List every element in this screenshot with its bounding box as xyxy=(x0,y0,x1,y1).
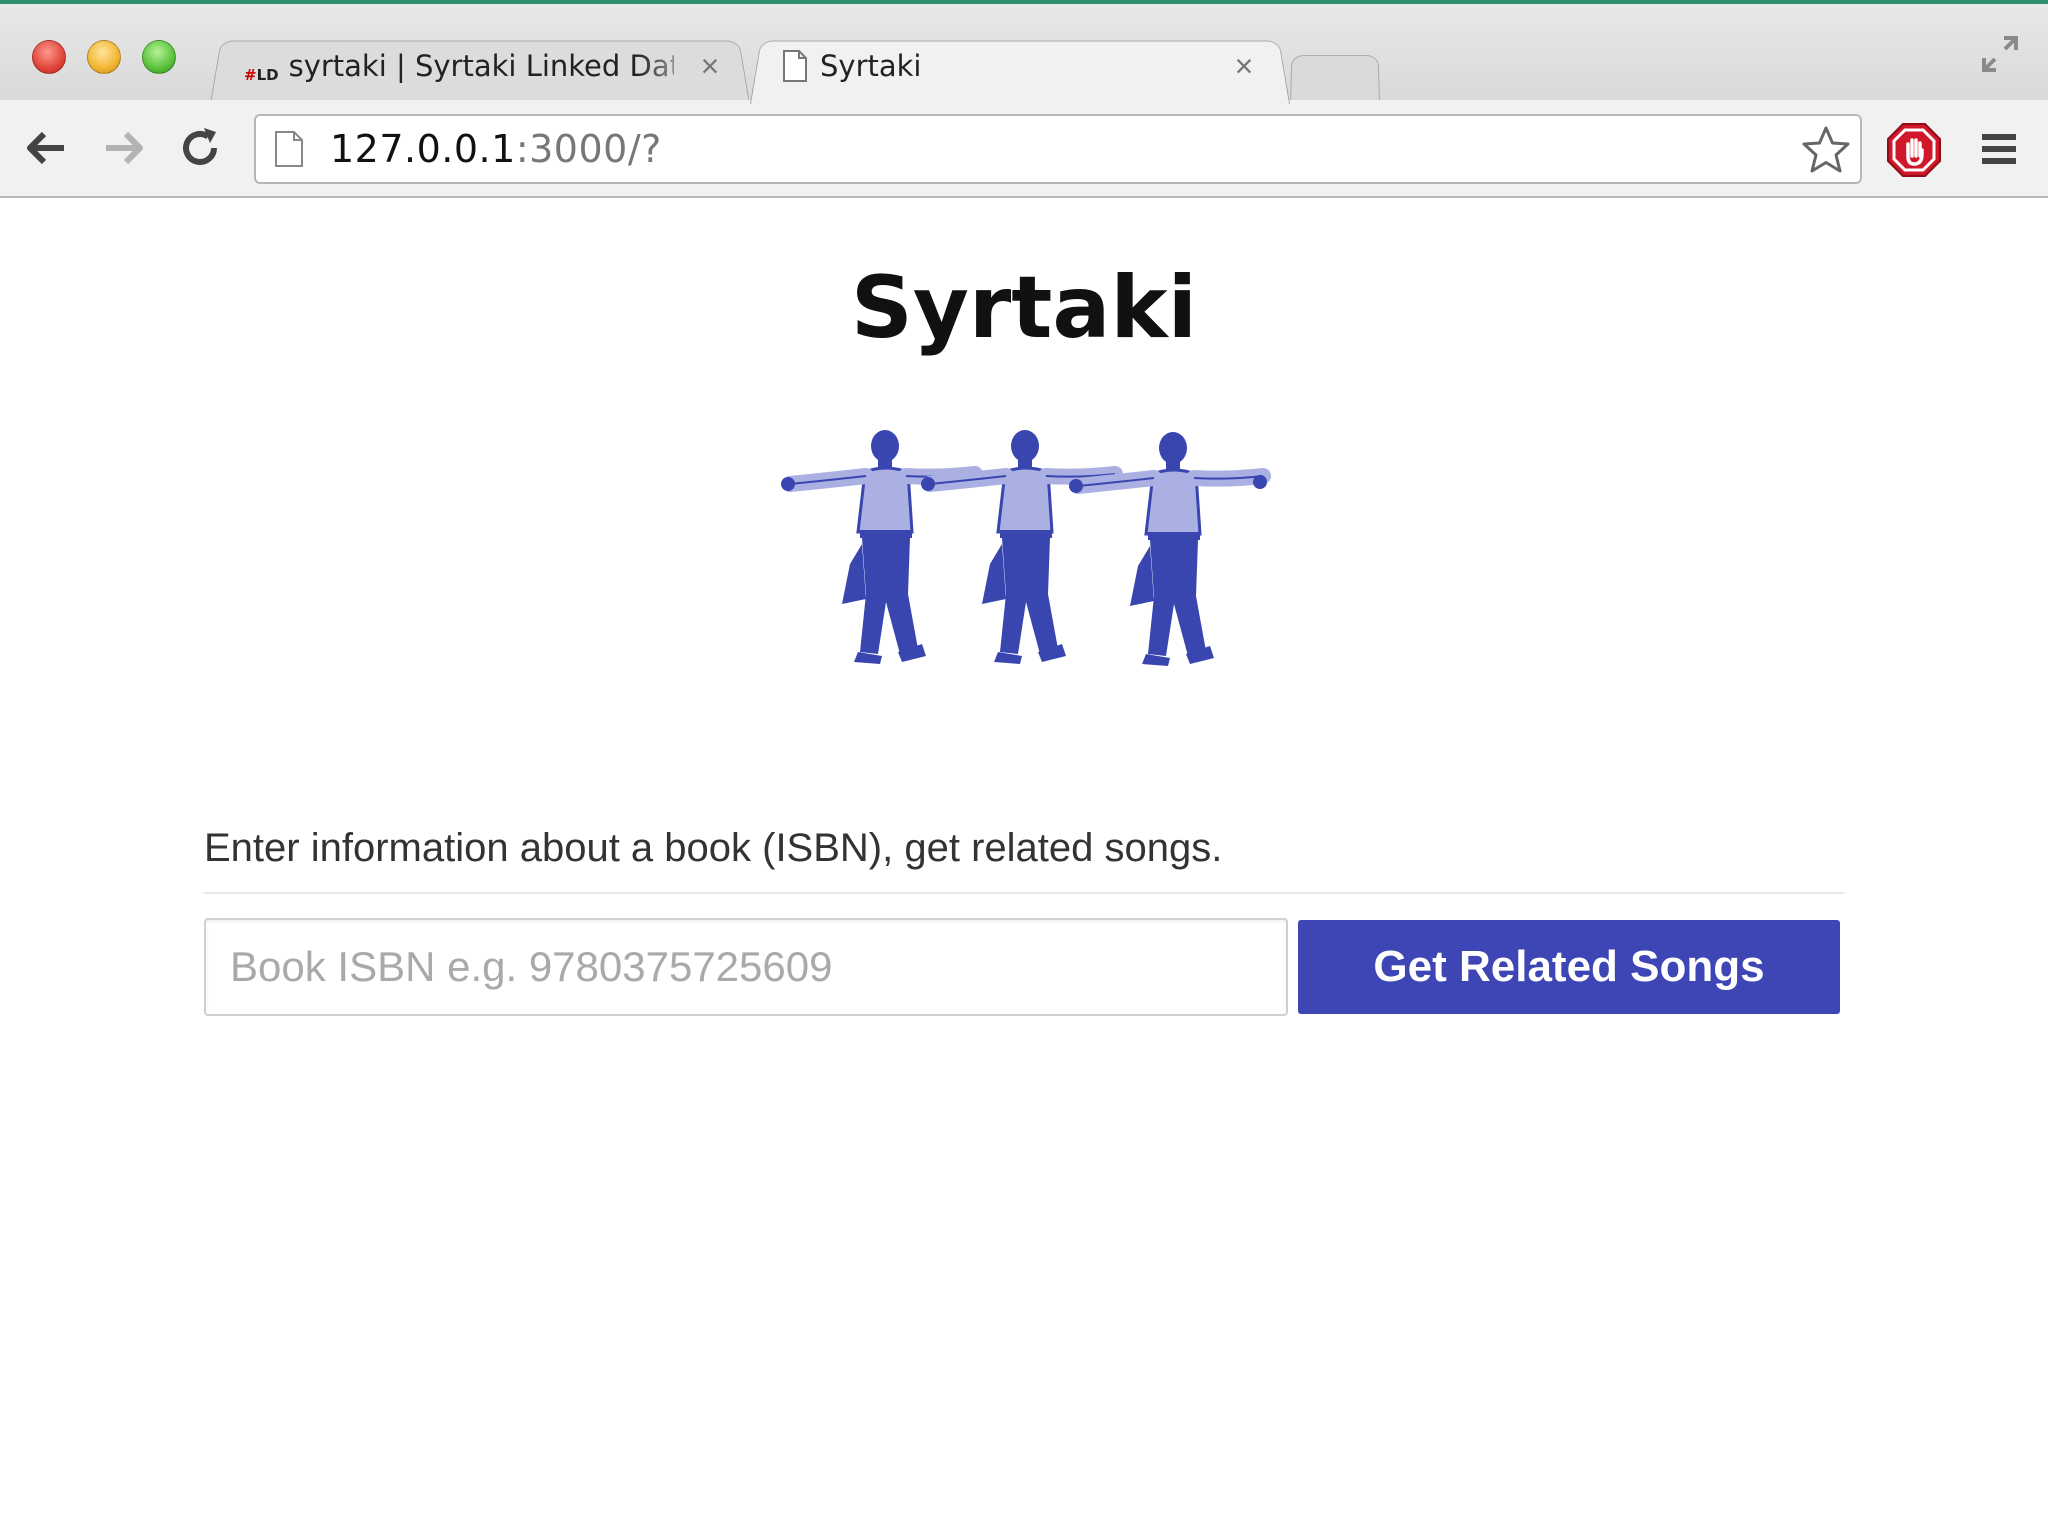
dancer-figure xyxy=(781,430,983,664)
window-zoom-button[interactable] xyxy=(142,40,176,74)
page-description: Enter information about a book (ISBN), g… xyxy=(204,820,1844,894)
tab-label-group-1: # LD syrtaki | Syrtaki Linked Data xyxy=(244,44,674,88)
page-icon xyxy=(783,50,807,82)
window-minimize-button[interactable] xyxy=(87,40,121,74)
address-bar[interactable]: 127.0.0.1:3000/? xyxy=(254,114,1862,184)
tab-title: syrtaki | Syrtaki Linked Data xyxy=(288,49,674,83)
reload-icon xyxy=(183,128,217,165)
isbn-input[interactable] xyxy=(204,918,1288,1016)
tab-close-icon[interactable]: × xyxy=(692,48,728,84)
tab-label-group-2: Syrtaki xyxy=(782,44,1212,88)
page-icon xyxy=(275,131,303,167)
forward-arrow-icon xyxy=(106,131,143,165)
window-close-button[interactable] xyxy=(32,40,66,74)
get-related-songs-button[interactable]: Get Related Songs xyxy=(1298,920,1840,1014)
tab-title: Syrtaki xyxy=(820,49,922,83)
page-title: Syrtaki xyxy=(850,258,1198,358)
back-button[interactable] xyxy=(18,120,74,176)
star-icon[interactable] xyxy=(1800,124,1852,176)
tab-close-icon[interactable]: × xyxy=(1226,48,1262,84)
linked-data-favicon-icon: # LD xyxy=(244,66,279,84)
fullscreen-icon[interactable] xyxy=(1978,32,2022,76)
url-text[interactable]: 127.0.0.1:3000/? xyxy=(330,127,662,171)
browser-toolbar: 127.0.0.1:3000/? xyxy=(0,100,2048,198)
reload-button[interactable] xyxy=(172,120,228,176)
syrtaki-dancers-illustration xyxy=(781,424,1280,709)
back-arrow-icon xyxy=(27,131,64,165)
stop-hand-icon[interactable] xyxy=(1886,122,1942,178)
new-tab-button[interactable] xyxy=(1290,55,1380,104)
hamburger-menu-icon[interactable] xyxy=(1976,126,2022,172)
forward-button[interactable] xyxy=(96,120,152,176)
